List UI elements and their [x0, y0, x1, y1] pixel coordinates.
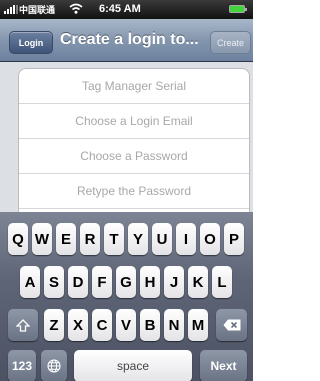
password-field[interactable]: Choose a Password [19, 139, 249, 174]
key[interactable]: D [68, 266, 88, 298]
space-key[interactable]: space [74, 350, 192, 381]
create-button[interactable]: Create [210, 31, 251, 54]
key[interactable]: W [32, 223, 52, 255]
key[interactable]: X [68, 309, 88, 341]
key[interactable]: G [116, 266, 136, 298]
key[interactable]: E [56, 223, 76, 255]
navigation-bar: Login Create a login to... Create [0, 19, 253, 62]
key[interactable]: F [92, 266, 112, 298]
key[interactable]: I [176, 223, 196, 255]
keyboard-row-4: 123 space Next [0, 350, 253, 381]
key[interactable]: H [140, 266, 160, 298]
globe-icon [47, 359, 61, 373]
back-button-label: Login [18, 37, 44, 48]
shift-arrow-icon [16, 318, 30, 332]
key[interactable]: P [224, 223, 244, 255]
key[interactable]: Q [8, 223, 28, 255]
key[interactable]: R [80, 223, 100, 255]
numbers-key[interactable]: 123 [8, 350, 36, 381]
key[interactable]: U [152, 223, 172, 255]
keyboard-row-2: A S D F G H J K L [0, 266, 253, 298]
key[interactable]: O [200, 223, 220, 255]
back-button[interactable]: Login [9, 31, 53, 54]
key[interactable]: N [164, 309, 184, 341]
key[interactable]: C [92, 309, 112, 341]
retype-password-field[interactable]: Retype the Password [19, 174, 249, 209]
key[interactable]: K [188, 266, 208, 298]
keyboard: Q W E R T Y U I O P A S D F G H J K L Z … [0, 212, 253, 381]
key[interactable]: M [188, 309, 208, 341]
key[interactable]: L [212, 266, 232, 298]
status-bar: 中国联通 6:45 AM [0, 0, 253, 19]
keyboard-row-3: Z X C V B N M [0, 309, 253, 341]
status-time: 6:45 AM [99, 3, 141, 15]
carrier-name: 中国联通 [19, 5, 56, 15]
page-title: Create a login to... [60, 31, 199, 48]
globe-key[interactable] [41, 350, 67, 381]
next-key[interactable]: Next [200, 350, 247, 381]
key[interactable]: Y [128, 223, 148, 255]
shift-key[interactable] [8, 309, 38, 341]
key[interactable]: V [116, 309, 136, 341]
login-form: Tag Manager Serial Choose a Login Email … [18, 68, 250, 212]
signal-strength-icon [4, 5, 18, 14]
key[interactable]: A [20, 266, 40, 298]
email-field[interactable]: Choose a Login Email [19, 104, 249, 139]
key[interactable]: J [164, 266, 184, 298]
serial-field[interactable]: Tag Manager Serial [19, 69, 249, 104]
battery-icon [229, 5, 247, 13]
wifi-icon [69, 3, 83, 14]
form-area: Tag Manager Serial Choose a Login Email … [0, 62, 253, 212]
keyboard-row-1: Q W E R T Y U I O P [0, 223, 253, 255]
key[interactable]: T [104, 223, 124, 255]
key[interactable]: S [44, 266, 64, 298]
backspace-key[interactable] [216, 309, 247, 341]
key[interactable]: Z [44, 309, 64, 341]
create-button-label: Create [216, 37, 244, 48]
key[interactable]: B [140, 309, 160, 341]
backspace-icon [223, 319, 240, 331]
